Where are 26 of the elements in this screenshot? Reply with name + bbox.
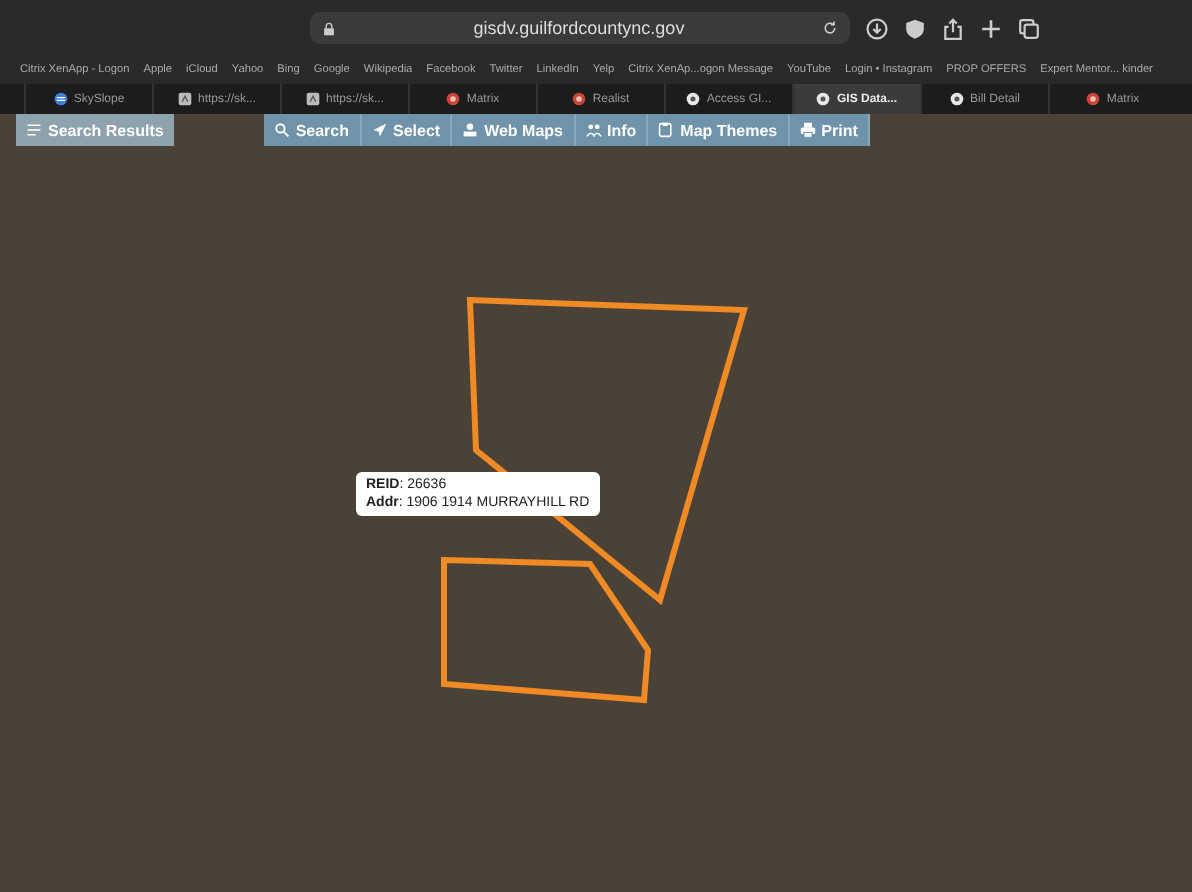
people-icon [585,122,601,138]
cursor-arrow-icon [371,122,387,138]
round-logo-icon [572,92,587,106]
round-logo-icon [1086,92,1101,106]
person-icon [462,122,479,138]
tabs-overview-icon[interactable] [1018,17,1040,39]
map-tool-button[interactable]: Search [263,114,361,146]
map-tool-button[interactable]: Select [361,114,453,146]
reload-icon[interactable] [822,20,838,36]
lock-icon [322,21,336,35]
map-tool-button[interactable]: Info [575,114,649,146]
search-icon [273,122,290,138]
address-bar[interactable]: gisdv.guilfordcountync.gov [310,12,850,44]
map-tool-button[interactable]: Map Themes [648,114,790,146]
clipboard-icon [658,122,675,138]
plus-icon[interactable] [980,17,1002,39]
map-tool-button[interactable]: Print [789,114,870,146]
map-tool-button[interactable]: Web Maps [452,114,575,146]
document-icon [177,92,192,106]
shield-icon[interactable] [904,17,926,39]
share-icon[interactable] [942,17,964,39]
document-icon [305,92,320,106]
printer-icon [799,122,816,138]
download-icon[interactable] [866,17,888,39]
round-logo-icon [446,92,461,106]
list-icon [26,122,42,138]
